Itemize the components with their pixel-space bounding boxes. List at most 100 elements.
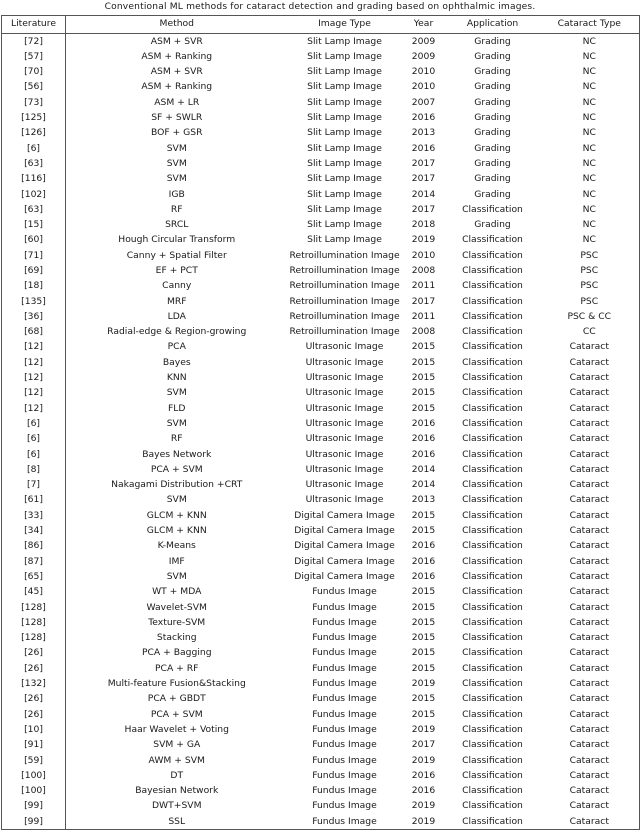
cell-year: 2016 <box>411 417 436 429</box>
cell-literature: [128] <box>1 615 66 631</box>
cell-application: Classification <box>445 814 540 831</box>
cell-year: 2016 <box>411 433 436 445</box>
cell-method: Hough Circular Transform <box>118 234 236 246</box>
cell-image-type: Slit Lamp Image <box>307 81 382 93</box>
cell-cataract-type: NC <box>539 125 640 142</box>
table-row: [18] Canny Retroillumination Image 2011 Clas… <box>1 278 640 295</box>
cell-method: KNN <box>166 372 187 384</box>
cell-application: Classification <box>462 326 523 338</box>
cell-method: SVM <box>166 494 187 506</box>
table-row: [125] SF + SWLR Slit Lamp Image 2016 Grading… <box>1 110 640 126</box>
cell-method: PCA + SVM <box>150 708 203 720</box>
cell-year: 2015 <box>411 402 436 414</box>
cell-image-type: Fundus Image <box>312 616 377 628</box>
cell-literature: [68] <box>1 324 66 340</box>
cell-year: 2016 <box>411 142 436 154</box>
cell-method: PCA + Bagging <box>141 647 212 659</box>
cell-cataract-type: NC <box>539 49 640 65</box>
cell-year: 2015 <box>411 693 436 705</box>
cell-method: SVM <box>166 570 187 582</box>
cell-literature: [63] <box>1 202 66 218</box>
cell-application: Grading <box>474 66 511 78</box>
table-row: [6] RF Ultrasonic Image 2016 Classification C… <box>1 431 640 448</box>
table-row: [128] Wavelet-SVM Fundus Image 2015 Classifi… <box>1 599 640 616</box>
cell-cataract-type: Cataract <box>539 508 640 524</box>
cell-image-type: Fundus Image <box>312 739 377 751</box>
table-row: [71] Canny + Spatial Filter Retroilluminat… <box>1 248 640 264</box>
cell-literature: [26] <box>1 645 66 662</box>
cell-year: 2015 <box>411 632 436 644</box>
cell-method: Radial-edge & Region-growing <box>107 326 247 338</box>
cell-image-type: Digital Camera Image <box>294 540 395 552</box>
cell-year: 2014 <box>411 479 436 491</box>
cell-cataract-type: Cataract <box>539 431 640 448</box>
table-row: [59] AWM + SVM Fundus Image 2019 Classificat… <box>1 752 640 769</box>
table-row: [61] SVM Ultrasonic Image 2013 Classificatio… <box>1 492 640 509</box>
table-row: [99] DWT+SVM Fundus Image 2019 Classificatio… <box>1 798 640 815</box>
cell-image-type: Fundus Image <box>312 693 377 705</box>
cell-literature: [33] <box>1 508 66 524</box>
cell-method: WT + MDA <box>152 586 202 598</box>
cell-literature: [125] <box>1 110 66 126</box>
cell-year: 2014 <box>411 188 436 200</box>
cell-application: Classification <box>462 678 523 690</box>
cell-method: Canny + Spatial Filter <box>126 249 227 261</box>
table-row: [6] SVM Slit Lamp Image 2016 Grading NC <box>1 141 640 157</box>
cell-application: Classification <box>462 708 523 720</box>
cell-literature: [100] <box>1 783 66 799</box>
cell-method: SVM <box>166 157 187 169</box>
cell-application: Grading <box>474 127 511 139</box>
cell-method: IMF <box>168 555 185 567</box>
table-row: [33] GLCM + KNN Digital Camera Image 2015 Cl… <box>1 508 640 524</box>
table-row: [12] Bayes Ultrasonic Image 2015 Classificat… <box>1 355 640 371</box>
table-row: [126] BOF + GSR Slit Lamp Image 2013 Grading… <box>1 125 640 142</box>
cell-image-type: Slit Lamp Image <box>307 157 382 169</box>
cell-cataract-type: Cataract <box>539 707 640 723</box>
cell-year: 2015 <box>411 708 436 720</box>
cell-application: Classification <box>462 356 523 368</box>
cell-application: Classification <box>462 448 523 460</box>
cell-application: Classification <box>462 372 523 384</box>
cell-method: MRF <box>166 295 187 307</box>
cell-literature: [18] <box>1 278 66 295</box>
cell-application: Classification <box>462 754 523 766</box>
cell-application: Grading <box>474 81 511 93</box>
table-row: [63] RF Slit Lamp Image 2017 Classification N… <box>1 202 640 218</box>
cell-method: ASM + SVR <box>150 66 203 78</box>
cell-literature: [116] <box>1 171 66 187</box>
cell-literature: [100] <box>1 768 66 784</box>
table-row: [26] PCA + SVM Fundus Image 2015 Classificat… <box>1 707 640 723</box>
cell-image-type: Ultrasonic Image <box>305 356 384 368</box>
table-row: [56] ASM + Ranking Slit Lamp Image 2010 Grad… <box>1 79 640 96</box>
cell-year: 2016 <box>411 448 436 460</box>
column-header-image-type: Image Type <box>287 15 402 34</box>
cell-literature: [6] <box>1 416 66 432</box>
cell-image-type: Retroillumination Image <box>289 265 400 276</box>
cell-method: SRCL <box>165 219 189 231</box>
cell-literature: [128] <box>1 599 66 616</box>
cell-literature: [6] <box>1 431 66 448</box>
cell-literature: [12] <box>1 370 66 386</box>
cell-cataract-type: Cataract <box>539 339 640 356</box>
cell-method: PCA + GBDT <box>147 693 206 705</box>
cell-cataract-type: PSC <box>539 248 640 264</box>
cell-literature: [56] <box>1 79 66 96</box>
cell-literature: [70] <box>1 64 66 80</box>
cell-application: Classification <box>462 525 523 537</box>
table-row: [6] Bayes Network Ultrasonic Image 2016 Clas… <box>1 447 640 463</box>
cell-year: 2016 <box>411 112 436 124</box>
cell-image-type: Fundus Image <box>312 754 377 766</box>
cell-cataract-type: NC <box>539 141 640 157</box>
ml-methods-table: Literature Method Image Type Year Applic… <box>1 15 640 831</box>
column-header-cataract-type: Cataract Type <box>539 15 640 34</box>
cell-image-type: Slit Lamp Image <box>307 173 382 185</box>
cell-application: Classification <box>462 402 523 414</box>
cell-method: Texture-SVM <box>148 616 206 628</box>
cell-year: 2013 <box>411 494 436 506</box>
cell-year: 2015 <box>411 509 436 521</box>
cell-literature: [99] <box>1 798 66 815</box>
cell-literature: [72] <box>1 33 66 50</box>
cell-year: 2019 <box>411 723 436 735</box>
cell-cataract-type: NC <box>539 217 640 233</box>
cell-year: 2019 <box>411 678 436 690</box>
